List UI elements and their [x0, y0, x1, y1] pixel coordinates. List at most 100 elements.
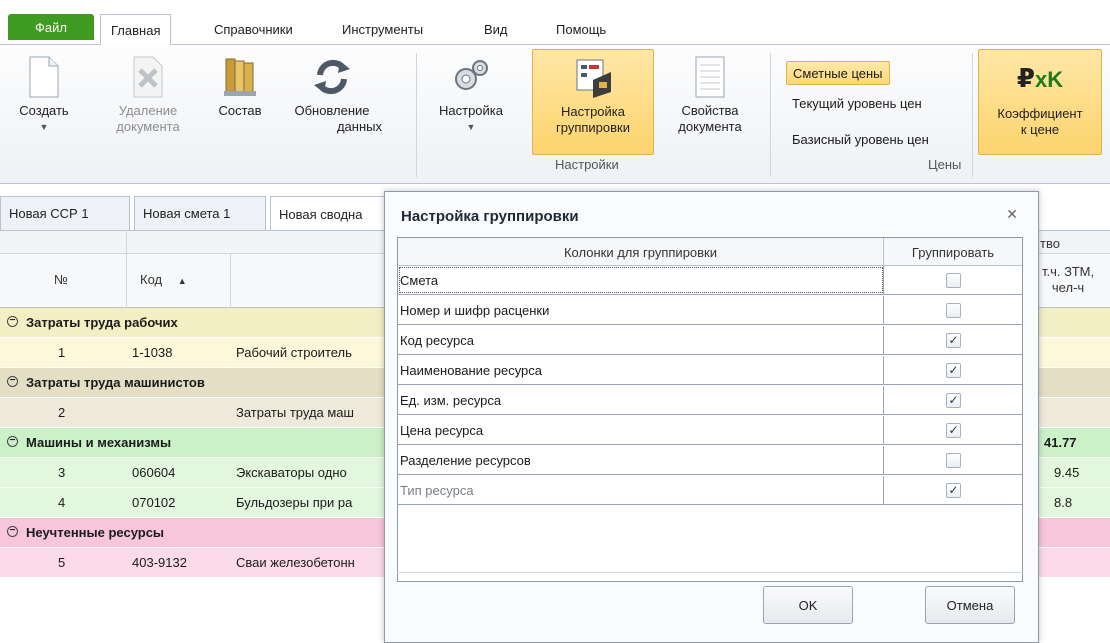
column-header-ztm-line2: чел-ч — [1051, 280, 1085, 295]
grouping-row[interactable]: Цена ресурса ✓ — [398, 416, 1022, 445]
group-label: Неучтенные ресурсы — [26, 525, 165, 540]
column-divider — [126, 230, 127, 308]
composition-label: Состав — [218, 103, 262, 118]
ribbon-separator — [770, 53, 771, 177]
group-checkbox[interactable] — [946, 273, 961, 288]
cell-name: Сваи железобетонн — [236, 555, 355, 570]
cancel-button[interactable]: Отмена — [925, 586, 1015, 624]
current-price-level-option[interactable]: Текущий уровень цен — [786, 91, 928, 115]
grouping-column-label: Цена ресурса — [398, 416, 884, 444]
cell-number: 2 — [58, 405, 66, 420]
collapse-icon[interactable]: − — [7, 436, 18, 447]
chevron-down-icon: ▼ — [466, 122, 476, 132]
document-properties-label-2: документа — [678, 119, 742, 134]
coefficient-label-1: Коэффициент — [997, 106, 1083, 121]
coefficient-label-2: к цене — [1020, 122, 1060, 137]
cell-number: 4 — [58, 495, 66, 510]
delete-label-2: документа — [116, 119, 180, 134]
ruble-coefficient-icon: ₽xK — [1010, 58, 1070, 102]
cell-name: Бульдозеры при ра — [236, 495, 353, 510]
column-header-number[interactable]: № — [54, 272, 68, 287]
group-checkbox[interactable] — [946, 453, 961, 468]
grouping-column-label: Ед. изм. ресурса — [398, 386, 884, 414]
document-properties-label-1: Свойства — [681, 103, 739, 118]
ribbon-separator — [972, 53, 973, 177]
column-header-code[interactable]: Код ▲ — [140, 272, 187, 287]
group-checkbox[interactable]: ✓ — [946, 363, 961, 378]
doc-tab-estimate[interactable]: Новая смета 1 — [134, 196, 266, 230]
group-label: Машины и механизмы — [26, 435, 172, 450]
grouping-row[interactable]: Разделение ресурсов — [398, 446, 1022, 475]
tab-tools[interactable]: Инструменты — [342, 14, 423, 44]
collapse-icon[interactable]: − — [7, 376, 18, 387]
grouping-settings-label-1: Настройка — [561, 104, 625, 119]
grouping-column-label: Разделение ресурсов — [398, 446, 884, 474]
group-checkbox[interactable]: ✓ — [946, 423, 961, 438]
dialog-divider — [397, 572, 1023, 573]
dialog-title: Настройка группировки — [401, 208, 579, 225]
group-checkbox[interactable]: ✓ — [946, 333, 961, 348]
tab-help[interactable]: Помощь — [556, 14, 606, 44]
refresh-data-button[interactable]: Обновление данных — [282, 49, 382, 135]
header-grouping-columns: Колонки для группировки — [398, 238, 884, 266]
group-label: Затраты труда машинистов — [26, 375, 205, 390]
grouping-settings-label-2: группировки — [556, 120, 630, 135]
grouping-row[interactable]: Наименование ресурса ✓ — [398, 356, 1022, 385]
close-icon[interactable]: ✕ — [1006, 206, 1018, 223]
grouping-row[interactable]: Номер и шифр расценки — [398, 296, 1022, 325]
grouping-settings-button[interactable]: Настройка группировки — [532, 49, 654, 155]
cell-number: 5 — [58, 555, 66, 570]
grouping-settings-dialog: Настройка группировки ✕ Колонки для груп… — [384, 191, 1039, 643]
ok-button[interactable]: OK — [763, 586, 853, 624]
file-tab[interactable]: Файл — [8, 14, 94, 40]
estimated-prices-option[interactable]: Сметные цены — [786, 61, 890, 85]
group-checkbox[interactable]: ✓ — [946, 393, 961, 408]
tab-view[interactable]: Вид — [484, 14, 508, 44]
collapse-icon[interactable]: − — [7, 526, 18, 537]
header-group-flag: Группировать — [911, 244, 995, 260]
grouping-column-label: Тип ресурса — [398, 476, 884, 504]
grouping-row[interactable]: Тип ресурса ✓ — [398, 476, 1022, 505]
grouping-settings-icon — [571, 56, 615, 100]
tab-home[interactable]: Главная — [100, 14, 172, 45]
grouping-row[interactable]: Код ресурса ✓ — [398, 326, 1022, 355]
refresh-label-2: данных — [336, 119, 382, 134]
price-coefficient-button[interactable]: ₽xK Коэффициент к цене — [978, 49, 1102, 155]
prices-group-label: Цены — [928, 157, 962, 172]
composition-button[interactable]: Состав — [212, 49, 268, 119]
cell-ztm: 8.8 — [1054, 495, 1073, 510]
doc-tab-ssr[interactable]: Новая ССР 1 — [0, 196, 130, 230]
document-properties-button[interactable]: Свойства документа — [662, 49, 758, 135]
settings-label: Настройка — [439, 103, 503, 118]
cell-number: 1 — [58, 345, 66, 360]
cell-number: 3 — [58, 465, 66, 480]
column-header-ztm[interactable]: т.ч. ЗТМ, чел-ч — [1042, 264, 1094, 296]
column-header-code-label: Код — [140, 272, 163, 287]
group-total: 41.77 — [1044, 435, 1077, 450]
grouping-column-label: Наименование ресурса — [398, 356, 884, 384]
grouping-row[interactable]: Ед. изм. ресурса ✓ — [398, 386, 1022, 415]
chevron-down-icon: ▼ — [39, 122, 49, 132]
create-button[interactable]: Создать ▼ — [14, 49, 74, 135]
base-price-level-option[interactable]: Базисный уровень цен — [786, 127, 935, 151]
doc-tab-summary[interactable]: Новая сводна — [270, 196, 390, 231]
grouping-column-label: Код ресурса — [398, 326, 884, 354]
settings-button[interactable]: Настройка ▼ — [434, 49, 508, 135]
delete-document-button[interactable]: Удаление документа — [106, 49, 190, 135]
new-document-icon — [27, 55, 61, 99]
delete-label-1: Удаление — [118, 103, 178, 118]
collapse-icon[interactable]: − — [7, 316, 18, 327]
group-checkbox[interactable]: ✓ — [946, 483, 961, 498]
gear-icon — [449, 55, 493, 99]
sort-ascending-icon: ▲ — [177, 276, 187, 286]
group-checkbox[interactable] — [946, 303, 961, 318]
cell-code: 1-1038 — [132, 345, 173, 360]
column-divider — [230, 254, 231, 308]
cell-name: Затраты труда маш — [236, 405, 354, 420]
cell-code: 060604 — [132, 465, 176, 480]
header-group-caption: тво — [1040, 236, 1060, 251]
refresh-label-1: Обновление — [294, 103, 370, 118]
folder-books-icon — [220, 55, 260, 99]
grouping-row[interactable]: Смета — [398, 266, 1022, 295]
tab-references[interactable]: Справочники — [214, 14, 293, 44]
